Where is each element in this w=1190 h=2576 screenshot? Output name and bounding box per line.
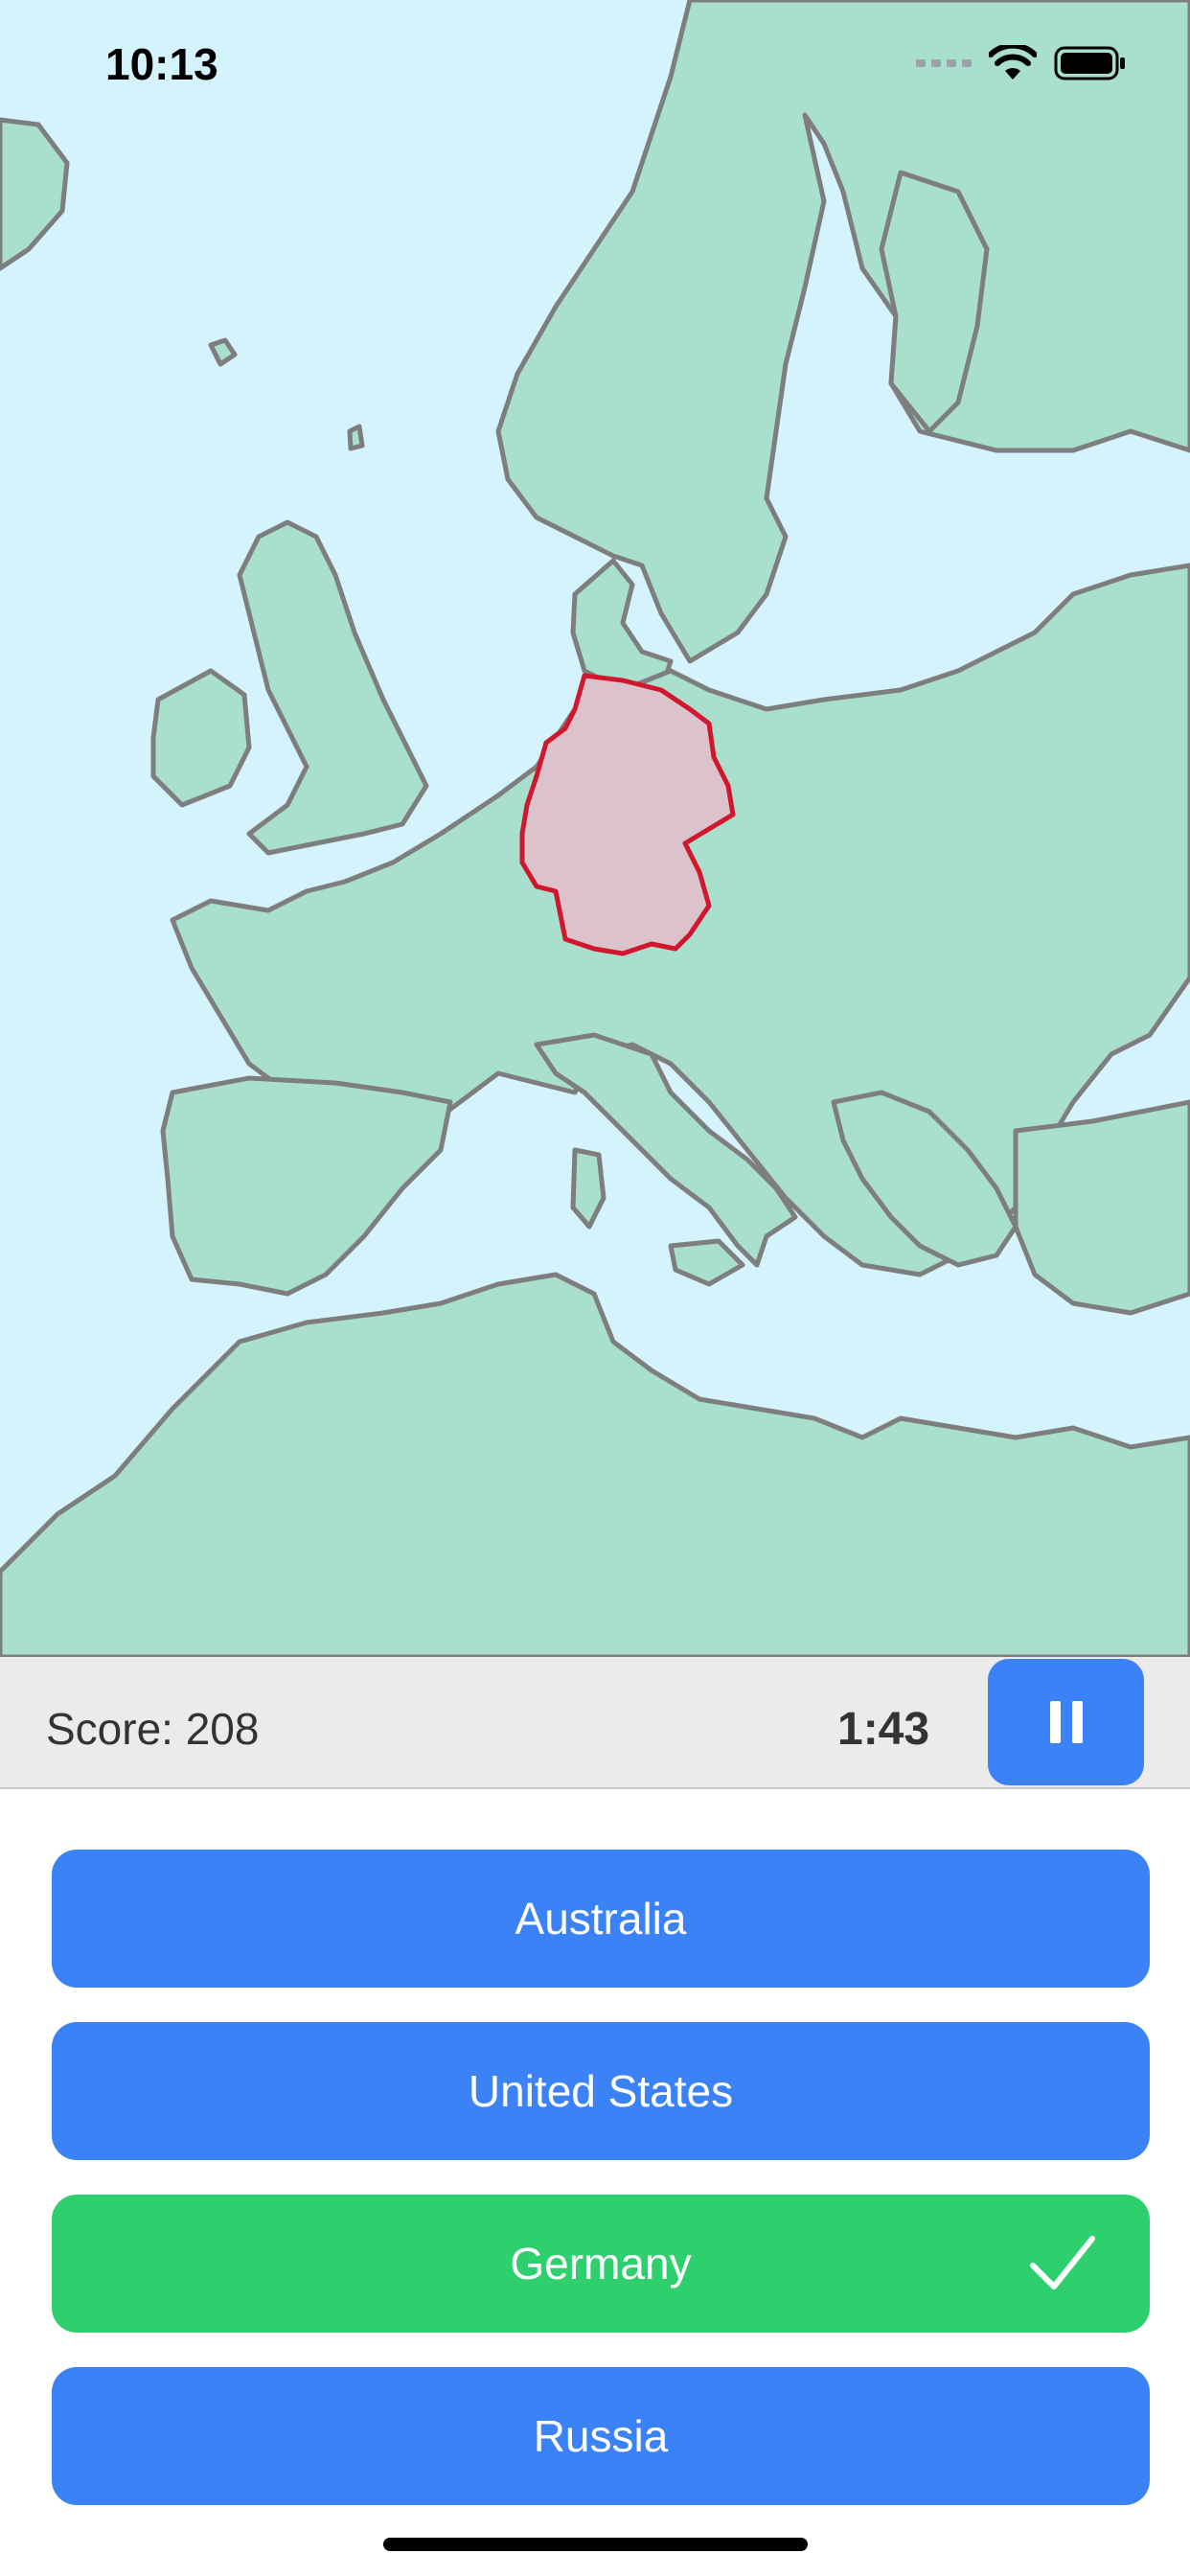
- pause-icon: [1049, 1701, 1061, 1743]
- answer-button-australia[interactable]: Australia: [52, 1850, 1150, 1988]
- map-land-island-a: [208, 337, 238, 367]
- score-label: Score: 208: [46, 1704, 260, 1754]
- map-land-iceland: [0, 117, 70, 271]
- answer-label: Germany: [510, 2239, 692, 2288]
- answer-label: Australia: [515, 1894, 687, 1944]
- europe-map: [0, 0, 1190, 1657]
- home-indicator[interactable]: [383, 2538, 808, 2551]
- answer-button-united-states[interactable]: United States: [52, 2022, 1150, 2160]
- cellular-signal-icon: [916, 59, 972, 67]
- answer-label: Russia: [533, 2411, 669, 2461]
- map-land-island-b: [347, 424, 365, 451]
- map-land-africa: [0, 1272, 1190, 1657]
- status-icons: [916, 44, 1127, 82]
- battery-icon: [1054, 46, 1125, 80]
- pause-icon-bar: [1071, 1701, 1083, 1743]
- map-land-sicily: [668, 1238, 745, 1287]
- status-bar: 10:13: [0, 0, 1190, 129]
- answer-label: United States: [468, 2066, 734, 2116]
- map-land-iberia: [160, 1075, 453, 1297]
- map-land-ireland: [150, 668, 252, 808]
- answer-button-germany[interactable]: Germany: [52, 2195, 1150, 2333]
- map-land-sardinia: [570, 1147, 606, 1230]
- timer-label: 1:43: [837, 1704, 930, 1755]
- answer-button-russia[interactable]: Russia: [52, 2367, 1150, 2505]
- map-land-britain: [237, 519, 429, 856]
- pause-button[interactable]: [988, 1659, 1144, 1785]
- map-land-turkey: [1013, 1099, 1190, 1316]
- wifi-icon: [989, 45, 1037, 80]
- status-time: 10:13: [105, 39, 218, 89]
- checkmark-icon: [1030, 2236, 1095, 2289]
- quiz-map: [0, 0, 1190, 1657]
